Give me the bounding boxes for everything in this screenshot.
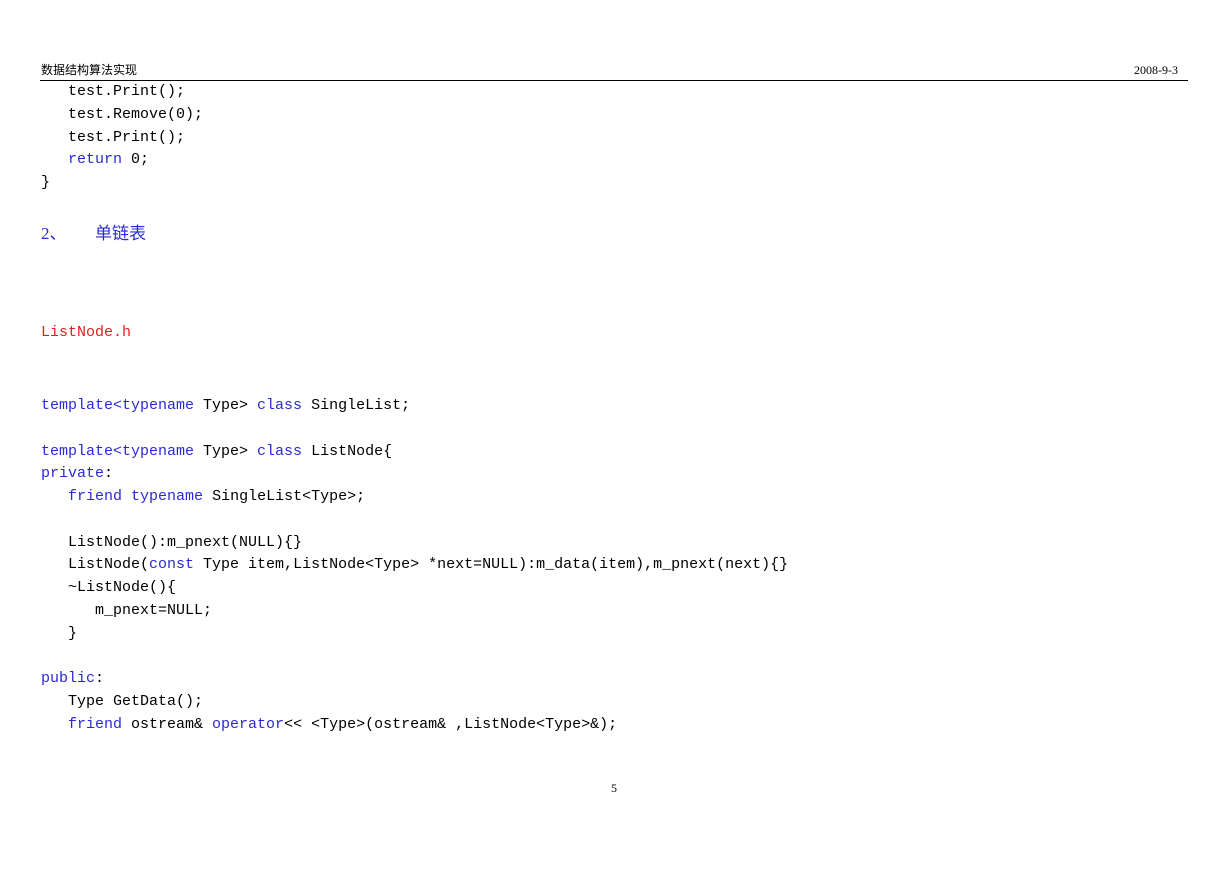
code-keyword: operator bbox=[212, 715, 285, 733]
code-keyword: class bbox=[257, 397, 303, 414]
code-text: ListNode( bbox=[41, 556, 150, 574]
section-heading: 2、 单链表 bbox=[41, 223, 146, 245]
code-text: : bbox=[104, 465, 114, 483]
code-text: Type item,ListNode<Type> *next=NULL):m_d… bbox=[194, 556, 789, 574]
code-keyword: template<typename bbox=[41, 442, 195, 460]
header-date: 2008-9-3 bbox=[1134, 63, 1178, 77]
page-number: 5 bbox=[611, 781, 617, 795]
code-keyword: return bbox=[68, 151, 123, 169]
code-text: Type> bbox=[194, 442, 258, 460]
code-block-main: template<typename Type> class SingleList… bbox=[41, 395, 788, 736]
code-line: Type GetData(); bbox=[41, 691, 788, 714]
code-text: Type> bbox=[194, 397, 258, 414]
file-name-label: ListNode.h bbox=[41, 324, 132, 341]
code-text: test.Remove(0); bbox=[41, 105, 204, 123]
code-line: test.Remove(0); bbox=[41, 104, 203, 127]
code-line: test.Print(); bbox=[41, 81, 203, 104]
code-text: ListNode{ bbox=[302, 442, 393, 460]
code-line: friend ostream& operator<< <Type>(ostrea… bbox=[41, 714, 788, 737]
code-keyword: const bbox=[149, 556, 195, 574]
code-line: template<typename Type> class ListNode{ bbox=[41, 441, 788, 464]
code-text: Type GetData(); bbox=[41, 692, 204, 710]
code-line: ListNode():m_pnext(NULL){} bbox=[41, 532, 788, 555]
code-line: ~ListNode(){ bbox=[41, 577, 788, 600]
section-title: 单链表 bbox=[95, 224, 146, 243]
code-keyword: public bbox=[41, 670, 96, 687]
code-line: private: bbox=[41, 463, 788, 486]
code-text: SingleList<Type>; bbox=[203, 488, 366, 505]
code-text: } bbox=[41, 174, 51, 191]
code-line: ListNode(const Type item,ListNode<Type> … bbox=[41, 554, 788, 577]
code-text: SingleList; bbox=[302, 397, 411, 414]
code-text: << <Type>(ostream& ,ListNode<Type>&); bbox=[284, 715, 618, 733]
code-text: ostream& bbox=[122, 715, 213, 733]
code-text: test.Print(); bbox=[41, 128, 186, 146]
code-block-top: test.Print(); test.Remove(0); test.Print… bbox=[41, 81, 203, 195]
code-text: m_pnext=NULL; bbox=[41, 601, 213, 619]
header-divider bbox=[40, 80, 1188, 81]
code-keyword: template<typename bbox=[41, 397, 195, 414]
code-line: m_pnext=NULL; bbox=[41, 600, 788, 623]
code-keyword: class bbox=[257, 442, 303, 460]
code-text: } bbox=[41, 624, 78, 642]
code-line: public: bbox=[41, 668, 788, 691]
code-line: } bbox=[41, 623, 788, 646]
code-keyword: typename bbox=[131, 488, 204, 505]
code-keyword: friend bbox=[68, 488, 123, 505]
code-text: test.Print(); bbox=[41, 83, 186, 100]
code-line: friend typename SingleList<Type>; bbox=[41, 486, 788, 509]
code-text: 0; bbox=[122, 151, 150, 169]
section-number: 2、 bbox=[41, 224, 67, 243]
code-text: : bbox=[95, 670, 105, 687]
code-line: return 0; bbox=[41, 149, 203, 172]
code-text: ListNode():m_pnext(NULL){} bbox=[41, 533, 303, 551]
code-line: } bbox=[41, 172, 203, 195]
code-keyword: private bbox=[41, 465, 105, 483]
code-line: test.Print(); bbox=[41, 127, 203, 150]
code-line: template<typename Type> class SingleList… bbox=[41, 395, 788, 418]
code-keyword: friend bbox=[68, 715, 123, 733]
header-title: 数据结构算法实现 bbox=[41, 63, 138, 77]
code-text: ~ListNode(){ bbox=[41, 579, 177, 596]
